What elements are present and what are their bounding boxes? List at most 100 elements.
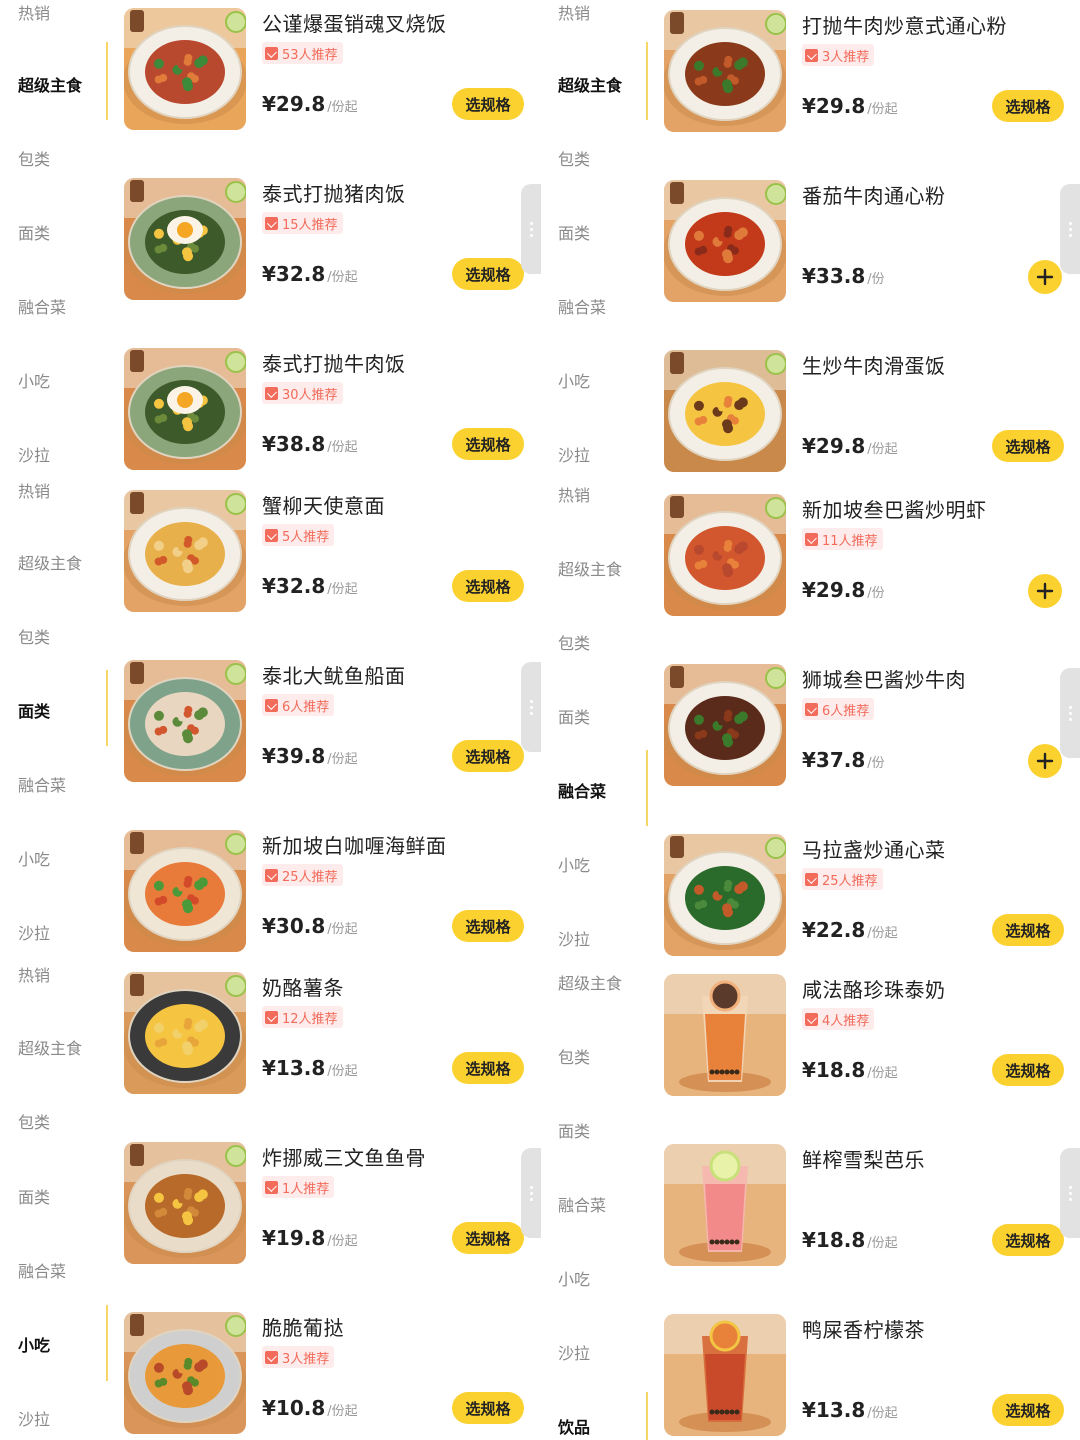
dish-photo[interactable]	[124, 348, 246, 470]
sidebar-category-item[interactable]: 包类	[558, 146, 590, 170]
dish-photo[interactable]	[664, 350, 786, 472]
dish-photo[interactable]	[664, 664, 786, 786]
sidebar-category-item[interactable]: 热销	[18, 962, 50, 986]
select-spec-button[interactable]: 选规格	[452, 1222, 524, 1254]
dish-card[interactable]: 打抛牛肉炒意式通心粉 3人推荐 ¥29.8/份起 选规格	[664, 10, 1064, 140]
scroll-handle[interactable]	[521, 184, 541, 274]
dish-card[interactable]: 鲜榨雪梨芭乐 ¥18.8/份起 选规格	[664, 1144, 1064, 1274]
dish-card[interactable]: 蟹柳天使意面 5人推荐 ¥32.8/份起 选规格	[124, 490, 524, 620]
sidebar-category-item[interactable]: 面类	[18, 220, 50, 244]
dish-card[interactable]: 泰北大鱿鱼船面 6人推荐 ¥39.8/份起 选规格	[124, 660, 524, 790]
select-spec-button[interactable]: 选规格	[452, 910, 524, 942]
dish-card[interactable]: 生炒牛肉滑蛋饭 ¥29.8/份起 选规格	[664, 350, 1064, 480]
add-to-cart-button[interactable]	[1028, 574, 1062, 608]
sidebar-category-item[interactable]: 小吃	[18, 1332, 50, 1356]
sidebar-category-item[interactable]: 沙拉	[18, 1406, 50, 1430]
dish-photo[interactable]	[664, 974, 786, 1096]
select-spec-button[interactable]: 选规格	[452, 88, 524, 120]
select-spec-button[interactable]: 选规格	[992, 914, 1064, 946]
dish-photo[interactable]	[664, 180, 786, 302]
dish-photo[interactable]	[124, 1142, 246, 1264]
sidebar-category-item[interactable]: 沙拉	[558, 1340, 590, 1364]
sidebar-category-item[interactable]: 包类	[18, 624, 50, 648]
sidebar-category-item[interactable]: 超级主食	[558, 556, 622, 580]
scroll-handle[interactable]	[521, 1148, 541, 1238]
sidebar-category-item[interactable]: 超级主食	[18, 1035, 82, 1059]
dish-photo[interactable]	[664, 10, 786, 132]
sidebar-category-item[interactable]: 融合菜	[558, 294, 606, 318]
add-to-cart-button[interactable]	[1028, 744, 1062, 778]
sidebar-category-item[interactable]: 小吃	[558, 1266, 590, 1290]
sidebar-category-item[interactable]: 饮品	[558, 1414, 590, 1438]
select-spec-button[interactable]: 选规格	[992, 1224, 1064, 1256]
dish-photo[interactable]	[124, 660, 246, 782]
dish-photo[interactable]	[124, 490, 246, 612]
sidebar-category-item[interactable]: 面类	[558, 704, 590, 728]
sidebar-category-item[interactable]: 融合菜	[558, 1192, 606, 1216]
sidebar-category-item[interactable]: 热销	[558, 482, 590, 506]
select-spec-button[interactable]: 选规格	[452, 1052, 524, 1084]
add-to-cart-button[interactable]	[1028, 260, 1062, 294]
sidebar-category-item[interactable]: 超级主食	[18, 72, 82, 96]
sidebar-category-item[interactable]: 超级主食	[18, 550, 82, 574]
sidebar-category-item[interactable]: 沙拉	[558, 926, 590, 950]
select-spec-button[interactable]: 选规格	[452, 1392, 524, 1424]
sidebar-category-item[interactable]: 面类	[18, 1184, 50, 1208]
dish-card[interactable]: 狮城叁巴酱炒牛肉 6人推荐 ¥37.8/份	[664, 664, 1064, 794]
dish-photo[interactable]	[124, 830, 246, 952]
dish-photo[interactable]	[664, 1144, 786, 1266]
sidebar-category-item[interactable]: 沙拉	[18, 920, 50, 944]
select-spec-button[interactable]: 选规格	[452, 428, 524, 460]
sidebar-category-item[interactable]: 超级主食	[558, 970, 622, 994]
dish-card[interactable]: 新加坡白咖喱海鲜面 25人推荐 ¥30.8/份起 选规格	[124, 830, 524, 960]
dish-card[interactable]: 奶酪薯条 12人推荐 ¥13.8/份起 选规格	[124, 972, 524, 1102]
dish-card[interactable]: 番茄牛肉通心粉 ¥33.8/份	[664, 180, 1064, 310]
sidebar-category-item[interactable]: 面类	[558, 1118, 590, 1142]
dish-photo[interactable]	[664, 834, 786, 956]
dish-card[interactable]: 鸭屎香柠檬茶 ¥13.8/份起 选规格	[664, 1314, 1064, 1440]
dish-photo[interactable]	[124, 178, 246, 300]
sidebar-category-item[interactable]: 融合菜	[18, 294, 66, 318]
dish-photo[interactable]	[664, 1314, 786, 1436]
dish-card[interactable]: 公谨爆蛋销魂叉烧饭 53人推荐 ¥29.8/份起 选规格	[124, 8, 524, 138]
dish-card[interactable]: 新加坡叁巴酱炒明虾 11人推荐 ¥29.8/份	[664, 494, 1064, 624]
sidebar-category-item[interactable]: 热销	[18, 478, 50, 502]
dish-photo[interactable]	[664, 494, 786, 616]
scroll-handle[interactable]	[1060, 184, 1080, 274]
sidebar-category-item[interactable]: 沙拉	[558, 442, 590, 466]
sidebar-category-item[interactable]: 融合菜	[558, 778, 606, 802]
sidebar-category-item[interactable]: 小吃	[18, 368, 50, 392]
sidebar-category-item[interactable]: 包类	[558, 630, 590, 654]
dish-card[interactable]: 泰式打抛猪肉饭 15人推荐 ¥32.8/份起 选规格	[124, 178, 524, 308]
sidebar-category-item[interactable]: 小吃	[18, 846, 50, 870]
dish-photo[interactable]	[124, 1312, 246, 1434]
dish-photo[interactable]	[124, 8, 246, 130]
dish-card[interactable]: 脆脆葡挞 3人推荐 ¥10.8/份起 选规格	[124, 1312, 524, 1440]
dish-card[interactable]: 咸法酪珍珠泰奶 4人推荐 ¥18.8/份起 选规格	[664, 974, 1064, 1104]
scroll-handle[interactable]	[521, 662, 541, 752]
sidebar-category-item[interactable]: 沙拉	[18, 442, 50, 466]
dish-card[interactable]: 炸挪威三文鱼鱼骨 1人推荐 ¥19.8/份起 选规格	[124, 1142, 524, 1272]
dish-photo[interactable]	[124, 972, 246, 1094]
sidebar-category-item[interactable]: 面类	[558, 220, 590, 244]
dish-card[interactable]: 泰式打抛牛肉饭 30人推荐 ¥38.8/份起 选规格	[124, 348, 524, 478]
sidebar-category-item[interactable]: 小吃	[558, 368, 590, 392]
select-spec-button[interactable]: 选规格	[992, 90, 1064, 122]
select-spec-button[interactable]: 选规格	[452, 570, 524, 602]
sidebar-category-item[interactable]: 面类	[18, 698, 50, 722]
sidebar-category-item[interactable]: 超级主食	[558, 72, 622, 96]
scroll-handle[interactable]	[1060, 668, 1080, 758]
sidebar-category-item[interactable]: 融合菜	[18, 772, 66, 796]
sidebar-category-item[interactable]: 热销	[18, 0, 50, 24]
scroll-handle[interactable]	[1060, 1148, 1080, 1238]
sidebar-category-item[interactable]: 包类	[558, 1044, 590, 1068]
dish-card[interactable]: 马拉盏炒通心菜 25人推荐 ¥22.8/份起 选规格	[664, 834, 1064, 964]
select-spec-button[interactable]: 选规格	[992, 1394, 1064, 1426]
select-spec-button[interactable]: 选规格	[452, 258, 524, 290]
sidebar-category-item[interactable]: 热销	[558, 0, 590, 24]
sidebar-category-item[interactable]: 小吃	[558, 852, 590, 876]
select-spec-button[interactable]: 选规格	[992, 430, 1064, 462]
sidebar-category-item[interactable]: 包类	[18, 1109, 50, 1133]
sidebar-category-item[interactable]: 融合菜	[18, 1258, 66, 1282]
sidebar-category-item[interactable]: 包类	[18, 146, 50, 170]
